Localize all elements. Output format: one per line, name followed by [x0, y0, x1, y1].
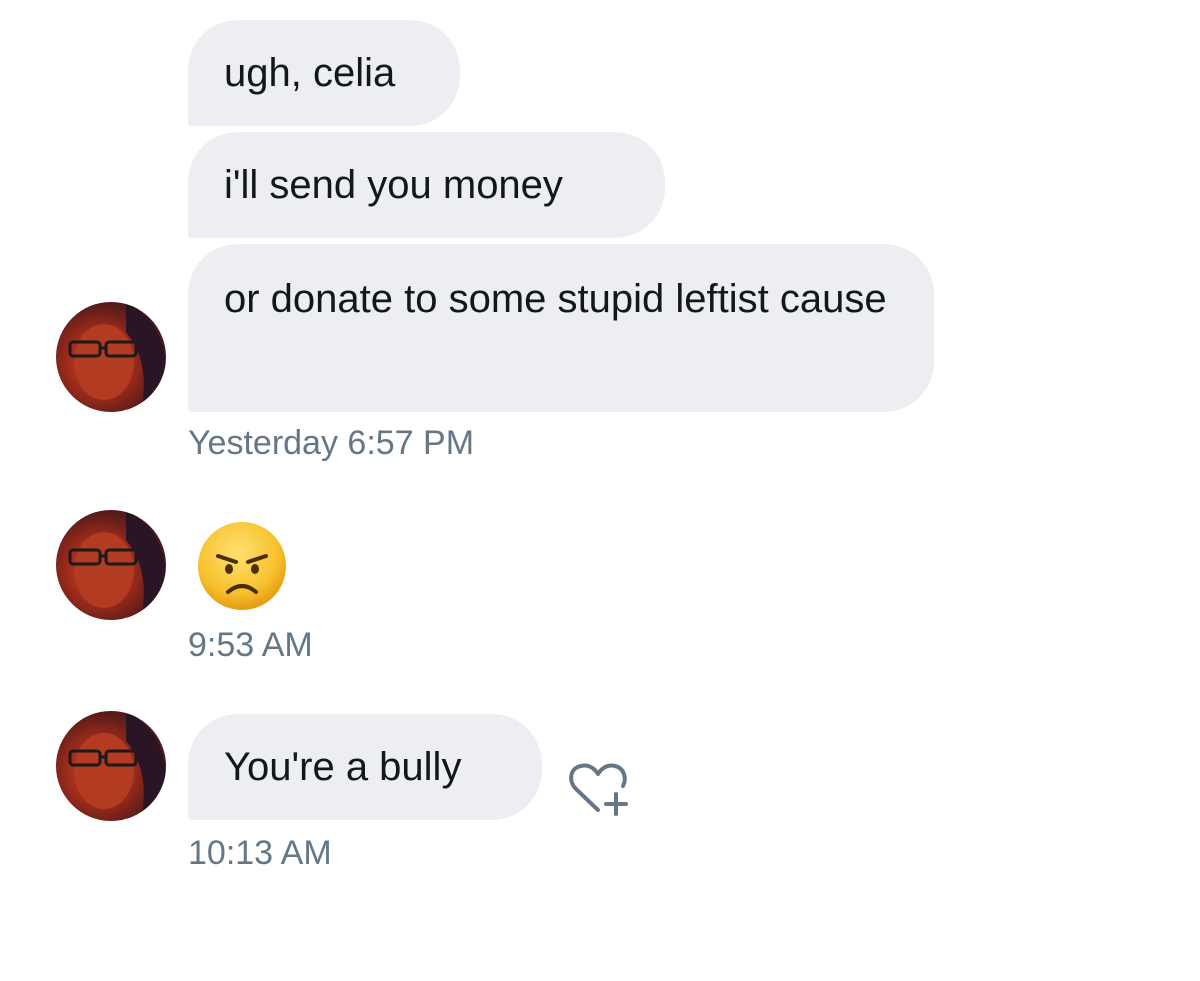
sender-avatar[interactable]	[56, 302, 166, 412]
sender-avatar[interactable]	[56, 510, 166, 620]
message-text: or donate to some stupid leftist cause	[224, 277, 887, 321]
avatar-photo	[68, 510, 166, 620]
sender-avatar[interactable]	[56, 711, 166, 821]
avatar-photo	[68, 302, 166, 412]
message-text: You're a bully	[224, 745, 462, 789]
heart-plus-icon[interactable]	[566, 758, 632, 818]
angry-face-emoji[interactable]	[196, 520, 288, 612]
message-timestamp: 9:53 AM	[188, 626, 313, 664]
message-text: i'll send you money	[224, 163, 563, 207]
message-text: ugh, celia	[224, 51, 396, 95]
message-timestamp: Yesterday 6:57 PM	[188, 424, 475, 462]
message-bubble[interactable]: You're a bully	[188, 714, 542, 820]
avatar-photo	[68, 711, 166, 821]
message-bubble[interactable]: or donate to some stupid leftist cause	[188, 244, 934, 412]
message-timestamp: 10:13 AM	[188, 834, 332, 872]
message-bubble[interactable]: i'll send you money	[188, 132, 665, 238]
message-bubble[interactable]: ugh, celia	[188, 20, 460, 126]
